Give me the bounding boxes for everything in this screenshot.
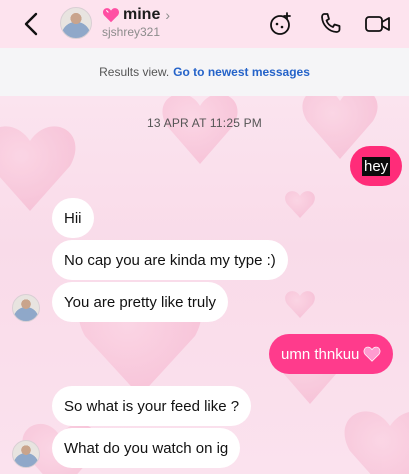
heart-emoji-icon [102, 8, 120, 23]
contact-handle: sjshrey321 [102, 25, 161, 39]
effects-icon[interactable] [268, 11, 294, 37]
results-view-bar: Results view. Go to newest messages [0, 48, 409, 96]
message-text: hey [362, 156, 391, 176]
avatar[interactable] [60, 7, 92, 39]
message-text: What do you watch on ig [64, 439, 229, 457]
chevron-right-icon: › [165, 7, 171, 23]
sender-avatar[interactable] [12, 294, 40, 322]
results-label: Results view. [99, 65, 170, 79]
message-bubble-incoming[interactable]: You are pretty like truly [52, 282, 229, 322]
message-bubble-incoming[interactable]: So what is your feed like ? [52, 386, 252, 426]
message-text: umn thnkuu [281, 345, 360, 363]
message-text: So what is your feed like ? [64, 397, 240, 415]
message-text: You are pretty like truly [64, 293, 217, 311]
message-text: Hii [64, 209, 82, 227]
go-to-newest-link[interactable]: Go to newest messages [173, 65, 310, 79]
contact-info[interactable]: mine › sjshrey321 [102, 6, 170, 39]
message-bubble-outgoing[interactable]: umn thnkuu [269, 334, 394, 374]
message-bubble-outgoing[interactable]: hey [350, 146, 403, 186]
pink-heart-emoji-icon [364, 346, 381, 362]
message-bubble-incoming[interactable]: No cap you are kinda my type :) [52, 240, 288, 280]
sender-avatar[interactable] [12, 440, 40, 468]
message-bubble-incoming[interactable]: Hii [52, 198, 94, 238]
timestamp: 13 APR AT 11:25 PM [147, 116, 262, 130]
back-arrow-icon[interactable] [20, 10, 44, 38]
phone-icon[interactable] [318, 11, 344, 37]
chat-header: mine › sjshrey321 [0, 0, 409, 48]
contact-name: mine [123, 6, 161, 23]
message-text: No cap you are kinda my type :) [64, 251, 276, 269]
video-icon[interactable] [364, 11, 392, 37]
message-bubble-incoming[interactable]: What do you watch on ig [52, 428, 241, 468]
